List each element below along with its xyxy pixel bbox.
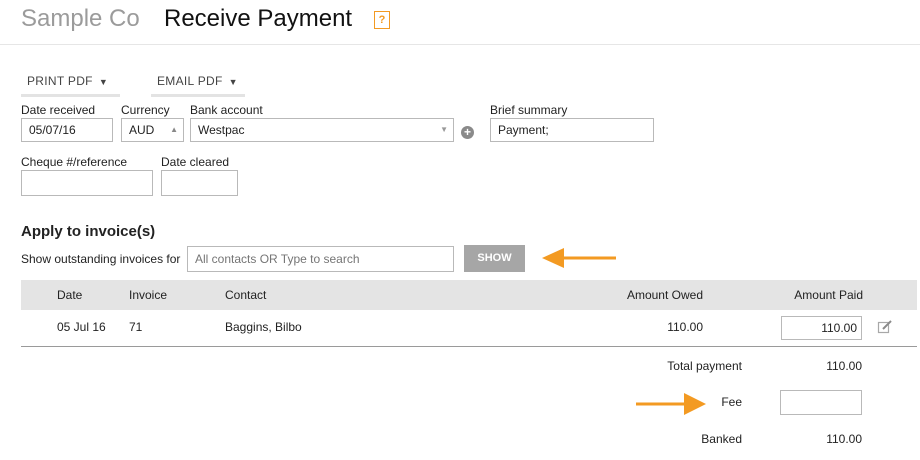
table-row-divider bbox=[21, 346, 917, 347]
currency-select[interactable]: AUD ▲ bbox=[121, 118, 184, 142]
amount-paid-input[interactable]: 110.00 bbox=[781, 316, 862, 340]
plus-circle-icon[interactable]: + bbox=[461, 126, 474, 139]
currency-value: AUD bbox=[129, 123, 155, 137]
row-invoice[interactable]: 71 bbox=[129, 320, 142, 334]
cheque-reference-input[interactable] bbox=[21, 170, 153, 196]
column-header-amount-paid: Amount Paid bbox=[794, 288, 863, 302]
edit-icon[interactable] bbox=[877, 319, 893, 335]
print-pdf-button[interactable]: PRINT PDF ▼ bbox=[21, 68, 120, 97]
column-header-contact: Contact bbox=[225, 288, 267, 302]
show-button[interactable]: SHOW bbox=[464, 245, 525, 272]
brief-summary-label: Brief summary bbox=[490, 103, 568, 117]
caret-down-icon: ▼ bbox=[98, 77, 109, 87]
company-name: Sample Co bbox=[21, 5, 140, 32]
total-payment-label: Total payment bbox=[667, 359, 742, 373]
column-header-invoice: Invoice bbox=[129, 288, 168, 302]
caret-down-icon: ▼ bbox=[440, 125, 448, 134]
fee-label: Fee bbox=[721, 395, 742, 409]
currency-label: Currency bbox=[121, 103, 170, 117]
fee-input[interactable] bbox=[780, 390, 862, 415]
header-divider bbox=[0, 44, 920, 45]
row-date: 05 Jul 16 bbox=[57, 320, 106, 334]
page-title: Receive Payment bbox=[164, 5, 353, 32]
email-pdf-label: EMAIL PDF bbox=[157, 74, 223, 88]
row-amount-owed: 110.00 bbox=[667, 320, 703, 334]
date-cleared-input[interactable] bbox=[161, 170, 238, 196]
contact-search-input[interactable] bbox=[187, 246, 454, 272]
bank-account-value: Westpac bbox=[198, 123, 245, 137]
arrow-left-icon bbox=[542, 248, 616, 268]
banked-value: 110.00 bbox=[826, 432, 862, 446]
date-received-label: Date received bbox=[21, 103, 96, 117]
bank-account-label: Bank account bbox=[190, 103, 263, 117]
total-payment-value: 110.00 bbox=[826, 359, 862, 373]
column-header-date: Date bbox=[57, 288, 83, 302]
date-received-input[interactable]: 05/07/16 bbox=[21, 118, 113, 142]
cheque-reference-label: Cheque #/reference bbox=[21, 155, 128, 169]
help-icon[interactable]: ? bbox=[374, 11, 390, 29]
show-outstanding-label: Show outstanding invoices for bbox=[21, 252, 181, 266]
caret-down-icon: ▼ bbox=[228, 77, 238, 87]
email-pdf-button[interactable]: EMAIL PDF ▼ bbox=[151, 68, 245, 97]
row-contact: Baggins, Bilbo bbox=[225, 320, 302, 334]
bank-account-select[interactable]: Westpac ▼ bbox=[190, 118, 454, 142]
select-arrows-icon: ▲ bbox=[170, 125, 178, 134]
column-header-amount-owed: Amount Owed bbox=[626, 288, 703, 302]
date-cleared-label: Date cleared bbox=[161, 155, 230, 169]
brief-summary-input[interactable]: Payment; bbox=[490, 118, 654, 142]
print-pdf-label: PRINT PDF bbox=[27, 74, 93, 88]
apply-heading: Apply to invoice(s) bbox=[21, 223, 156, 240]
banked-label: Banked bbox=[701, 432, 742, 446]
